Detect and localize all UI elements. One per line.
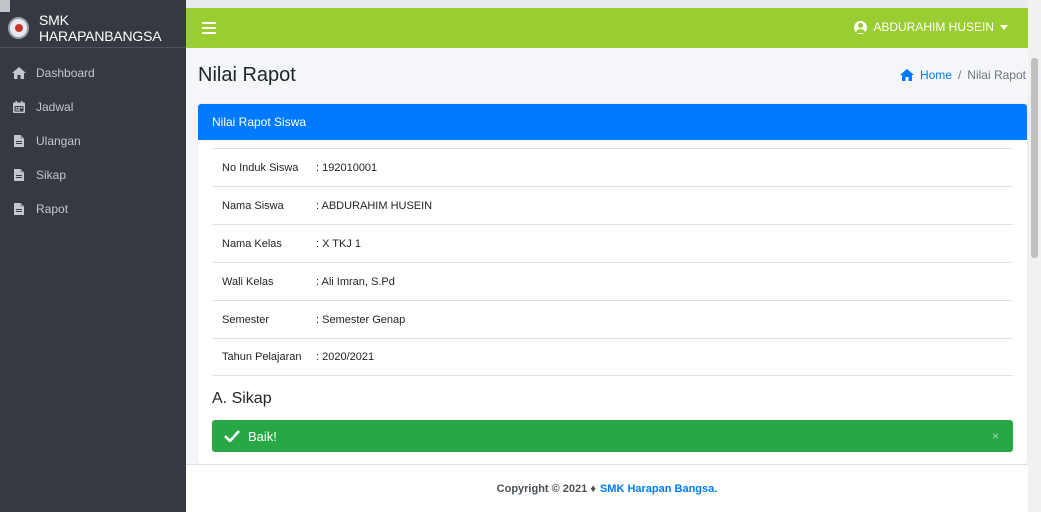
info-row-semester: Semester : Semester Genap bbox=[212, 300, 1013, 338]
info-label: Semester bbox=[222, 313, 270, 326]
info-value: : X TKJ 1 bbox=[316, 237, 362, 250]
sidebar-item-dashboard[interactable]: Dashboard bbox=[0, 56, 186, 90]
sidebar-item-label: Rapot bbox=[36, 202, 69, 216]
alert-close-button[interactable]: × bbox=[992, 429, 999, 443]
breadcrumb-current: Nilai Rapot bbox=[967, 68, 1026, 82]
top-navbar: ABDURAHIM HUSEIN bbox=[186, 8, 1028, 48]
info-label: Wali Kelas bbox=[222, 275, 274, 288]
sidebar-nav: Dashboard Jadwal Ulangan Sikap Rapot bbox=[0, 56, 186, 226]
sidebar-item-ulangan[interactable]: Ulangan bbox=[0, 124, 186, 158]
page-title: Nilai Rapot bbox=[198, 64, 296, 86]
info-row-no-induk: No Induk Siswa : 192010001 bbox=[212, 148, 1013, 186]
breadcrumb-separator: / bbox=[957, 68, 962, 82]
info-value: : Semester Genap bbox=[316, 313, 406, 326]
info-label: Tahun Pelajaran bbox=[222, 351, 302, 363]
section-title-sikap: A. Sikap bbox=[212, 390, 272, 407]
home-icon bbox=[899, 69, 914, 81]
info-value: : 2020/2021 bbox=[316, 351, 375, 363]
scrollbar-thumb[interactable] bbox=[1031, 58, 1038, 258]
file-icon bbox=[12, 134, 26, 148]
sidebar-item-label: Sikap bbox=[36, 168, 67, 182]
info-row-nama-siswa: Nama Siswa : ABDURAHIM HUSEIN bbox=[212, 186, 1013, 224]
sikap-alert: Baik! × bbox=[212, 420, 1013, 452]
breadcrumb-home-label: Home bbox=[919, 68, 952, 82]
school-logo-icon bbox=[8, 16, 29, 39]
calendar-icon bbox=[12, 100, 26, 114]
home-icon bbox=[12, 66, 26, 80]
user-menu-dropdown[interactable]: ABDURAHIM HUSEIN bbox=[854, 20, 1008, 34]
info-row-nama-kelas: Nama Kelas : X TKJ 1 bbox=[212, 224, 1013, 262]
breadcrumb: Home / Nilai Rapot bbox=[899, 68, 1026, 82]
page-scrollbar[interactable] bbox=[1028, 0, 1041, 512]
card-header: Nilai Rapot Siswa bbox=[198, 104, 1027, 140]
user-circle-icon bbox=[854, 20, 868, 34]
user-name: ABDURAHIM HUSEIN bbox=[873, 20, 994, 34]
info-row-wali-kelas: Wali Kelas : Ali Imran, S.Pd bbox=[212, 262, 1013, 300]
footer-copyright: Copyright © 2021 ♦ bbox=[496, 482, 596, 495]
info-label: No Induk Siswa bbox=[222, 161, 299, 174]
sidebar-item-rapot[interactable]: Rapot bbox=[0, 192, 186, 226]
app-root: SMK HARAPANBANGSA Dashboard Jadwal Ulang… bbox=[0, 0, 1041, 512]
info-row-tahun-pelajaran: Tahun Pelajaran : 2020/2021 bbox=[212, 338, 1013, 376]
info-label: Nama Kelas bbox=[222, 237, 282, 250]
brand-name: SMK HARAPANBANGSA bbox=[38, 11, 162, 44]
info-value: : ABDURAHIM HUSEIN bbox=[316, 199, 433, 212]
card-body: No Induk Siswa : 192010001 Nama Siswa : … bbox=[198, 140, 1027, 452]
caret-down-icon bbox=[1000, 24, 1008, 30]
file-icon bbox=[12, 202, 26, 216]
sidebar-item-label: Dashboard bbox=[36, 66, 95, 80]
brand-link[interactable]: SMK HARAPANBANGSA bbox=[0, 8, 186, 48]
info-value: : 192010001 bbox=[316, 161, 378, 174]
footer: Copyright © 2021 ♦ SMK Harapan Bangsa. bbox=[186, 464, 1028, 512]
menu-toggle-icon[interactable] bbox=[202, 22, 216, 34]
alert-text: Baik! bbox=[248, 428, 277, 444]
breadcrumb-home-link[interactable]: Home bbox=[899, 68, 952, 82]
info-value: : Ali Imran, S.Pd bbox=[316, 275, 395, 288]
rapot-card: Nilai Rapot Siswa No Induk Siswa : 19201… bbox=[198, 104, 1027, 464]
student-info-list: No Induk Siswa : 192010001 Nama Siswa : … bbox=[212, 148, 1013, 376]
sidebar-item-jadwal[interactable]: Jadwal bbox=[0, 90, 186, 124]
sidebar-item-sikap[interactable]: Sikap bbox=[0, 158, 186, 192]
sidebar-item-label: Ulangan bbox=[36, 134, 81, 148]
check-icon bbox=[224, 430, 240, 442]
file-icon bbox=[12, 168, 26, 182]
sidebar-item-label: Jadwal bbox=[36, 100, 74, 114]
footer-brand-link[interactable]: SMK Harapan Bangsa. bbox=[600, 483, 717, 495]
content-wrapper: Nilai Rapot Home / Nilai Rapot Nilai Rap… bbox=[186, 48, 1028, 464]
sidebar: SMK HARAPANBANGSA Dashboard Jadwal Ulang… bbox=[0, 0, 186, 512]
info-label: Nama Siswa bbox=[222, 199, 284, 212]
